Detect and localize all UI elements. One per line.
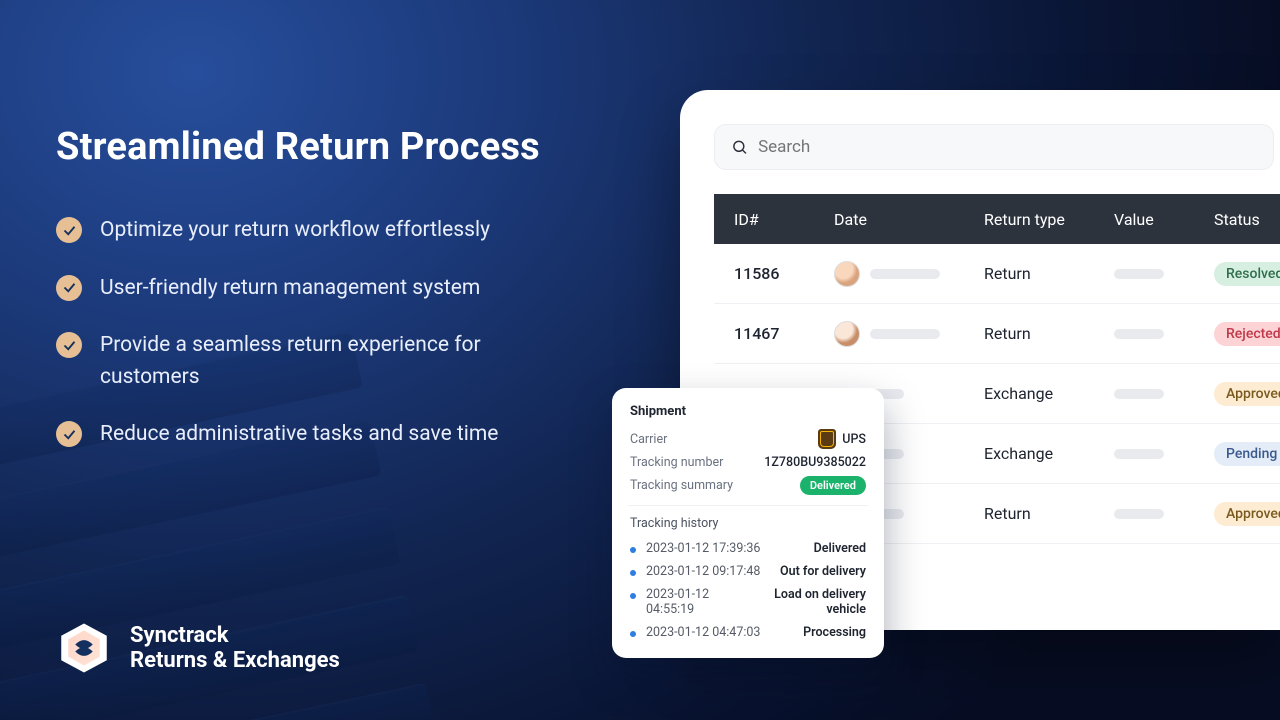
tracking-label: Tracking number xyxy=(630,455,723,470)
cell-type: Exchange xyxy=(984,384,1114,403)
bullet-item: Optimize your return workflow effortless… xyxy=(56,215,616,247)
shipment-heading: Shipment xyxy=(630,404,866,419)
kv-tracking: Tracking number 1Z780BU9385022 xyxy=(630,455,866,470)
col-date: Date xyxy=(834,210,984,229)
carrier-label: Carrier xyxy=(630,432,667,447)
status-badge: Resolved xyxy=(1214,262,1280,286)
bullet-item: User-friendly return management system xyxy=(56,273,616,305)
history-ts: 2023-01-12 04:47:03 xyxy=(646,625,793,640)
brand-text: Synctrack Returns & Exchanges xyxy=(130,623,340,673)
history-ts: 2023-01-12 17:39:36 xyxy=(646,541,804,556)
hero-title: Streamlined Return Process xyxy=(56,125,616,169)
search-input-wrapper[interactable] xyxy=(714,124,1274,170)
dot-icon xyxy=(630,570,636,576)
check-icon xyxy=(56,217,82,243)
carrier-value: UPS xyxy=(818,429,866,449)
avatar xyxy=(834,261,860,287)
hero-section: Streamlined Return Process Optimize your… xyxy=(56,125,616,451)
history-ts: 2023-01-12 09:17:48 xyxy=(646,564,770,579)
history-item: 2023-01-12 09:17:48 Out for delivery xyxy=(630,560,866,583)
col-type: Return type xyxy=(984,210,1114,229)
brand-line2: Returns & Exchanges xyxy=(130,648,340,673)
skeleton-bar xyxy=(1114,449,1164,459)
tracking-history: 2023-01-12 17:39:36 Delivered 2023-01-12 … xyxy=(630,537,866,644)
table-row[interactable]: 11586 Return Resolved xyxy=(714,244,1280,304)
bullet-text: Optimize your return workflow effortless… xyxy=(100,215,490,247)
skeleton-bar xyxy=(1114,389,1164,399)
table-header: ID# Date Return type Value Status xyxy=(714,194,1280,244)
cell-type: Return xyxy=(984,264,1114,283)
tracking-number[interactable]: 1Z780BU9385022 xyxy=(764,455,866,470)
brand-logo-icon xyxy=(56,620,112,676)
status-badge: Approved xyxy=(1214,502,1280,526)
cell-id: 11467 xyxy=(734,324,834,343)
summary-label: Tracking summary xyxy=(630,478,733,493)
cell-date xyxy=(834,321,984,347)
history-item: 2023-01-12 04:55:19 Load on delivery vehi… xyxy=(630,583,866,621)
cell-status: Resolved xyxy=(1214,262,1280,286)
cell-value xyxy=(1114,389,1214,399)
check-icon xyxy=(56,332,82,358)
status-badge: Pending approval xyxy=(1214,442,1280,466)
divider xyxy=(628,505,868,506)
bullet-item: Provide a seamless return experience for… xyxy=(56,330,616,393)
search-icon xyxy=(731,138,748,156)
col-status: Status xyxy=(1214,210,1280,229)
cell-type: Exchange xyxy=(984,444,1114,463)
col-id: ID# xyxy=(734,210,834,229)
skeleton-bar xyxy=(1114,269,1164,279)
skeleton-bar xyxy=(870,329,940,339)
history-heading: Tracking history xyxy=(630,516,866,531)
marketing-slide: Streamlined Return Process Optimize your… xyxy=(0,0,1280,720)
status-badge: Approved xyxy=(1214,382,1280,406)
dot-icon xyxy=(630,593,636,599)
kv-summary: Tracking summary Delivered xyxy=(630,476,866,495)
cell-id: 11586 xyxy=(734,264,834,283)
brand-block: Synctrack Returns & Exchanges xyxy=(56,620,340,676)
cell-value xyxy=(1114,329,1214,339)
cell-type: Return xyxy=(984,324,1114,343)
check-icon xyxy=(56,275,82,301)
search-input[interactable] xyxy=(758,137,1257,157)
kv-carrier: Carrier UPS xyxy=(630,429,866,449)
shipment-card: Shipment Carrier UPS Tracking number 1Z7… xyxy=(612,388,884,658)
check-icon xyxy=(56,421,82,447)
col-value: Value xyxy=(1114,210,1214,229)
skeleton-bar xyxy=(870,269,940,279)
history-status: Load on delivery vehicle xyxy=(756,587,866,617)
history-status: Processing xyxy=(803,625,866,640)
carrier-name: UPS xyxy=(842,432,866,447)
status-badge: Rejected xyxy=(1214,322,1280,346)
skeleton-bar xyxy=(1114,329,1164,339)
history-item: 2023-01-12 04:47:03 Processing xyxy=(630,621,866,644)
cell-value xyxy=(1114,449,1214,459)
history-status: Delivered xyxy=(814,541,866,556)
cell-status: Approved xyxy=(1214,382,1280,406)
cell-status: Approved xyxy=(1214,502,1280,526)
dot-icon xyxy=(630,547,636,553)
bullet-text: Reduce administrative tasks and save tim… xyxy=(100,419,498,451)
hero-bullets: Optimize your return workflow effortless… xyxy=(56,215,616,451)
cell-status: Rejected xyxy=(1214,322,1280,346)
skeleton-bar xyxy=(1114,509,1164,519)
cell-status: Pending approval xyxy=(1214,442,1280,466)
cell-value xyxy=(1114,509,1214,519)
ups-logo-icon xyxy=(818,429,836,449)
history-ts: 2023-01-12 04:55:19 xyxy=(646,587,746,617)
summary-status-pill: Delivered xyxy=(800,476,866,495)
bullet-text: Provide a seamless return experience for… xyxy=(100,330,570,393)
dot-icon xyxy=(630,631,636,637)
history-item: 2023-01-12 17:39:36 Delivered xyxy=(630,537,866,560)
cell-date xyxy=(834,261,984,287)
bullet-text: User-friendly return management system xyxy=(100,273,480,305)
table-row[interactable]: 11467 Return Rejected xyxy=(714,304,1280,364)
brand-line1: Synctrack xyxy=(130,623,340,648)
cell-type: Return xyxy=(984,504,1114,523)
cell-value xyxy=(1114,269,1214,279)
history-status: Out for delivery xyxy=(780,564,866,579)
bullet-item: Reduce administrative tasks and save tim… xyxy=(56,419,616,451)
avatar xyxy=(834,321,860,347)
